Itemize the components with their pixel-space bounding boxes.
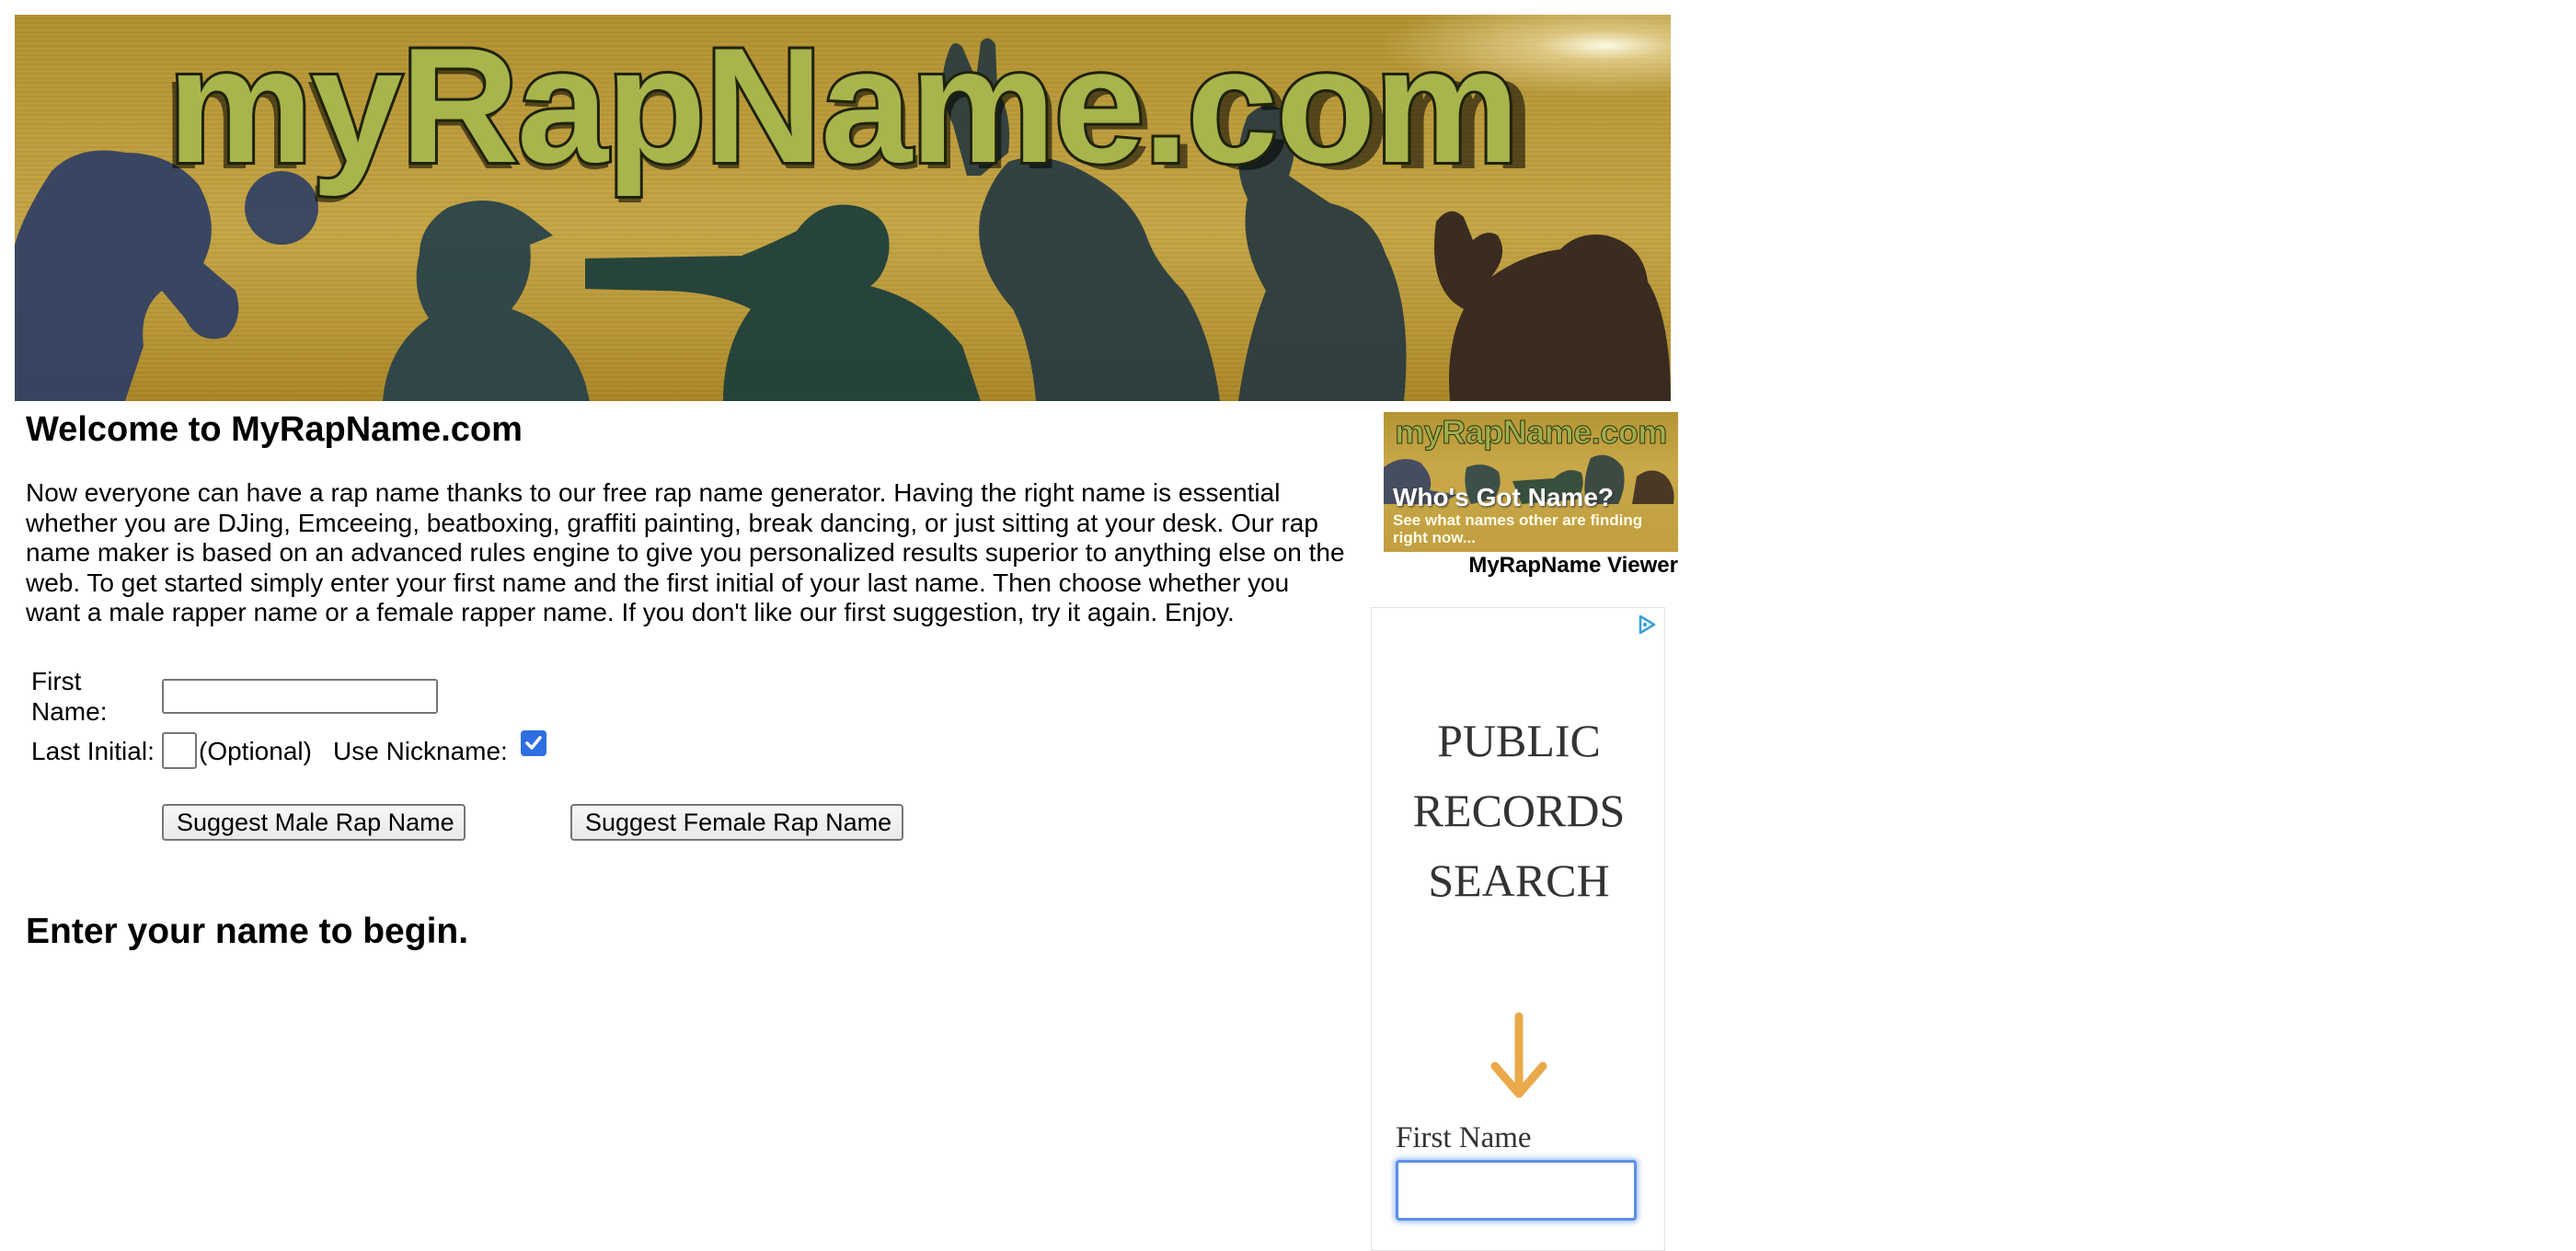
checkmark-icon [525, 736, 542, 750]
ad-headline-line: RECORDS [1412, 785, 1626, 836]
viewer-headline: Who's Got Name? [1393, 483, 1614, 511]
nickname-label: Use Nickname: [333, 737, 508, 765]
ad-first-name-input[interactable] [1396, 1160, 1637, 1221]
viewer-caption[interactable]: MyRapName Viewer [1384, 552, 1678, 580]
site-banner: myRapName.com myRapName.com [15, 15, 1671, 401]
ad-headline-line: PUBLIC [1437, 715, 1601, 766]
page-title: Welcome to MyRapName.com [26, 410, 523, 449]
last-initial-label: Last Initial: [31, 737, 155, 765]
rap-name-viewer-thumbnail[interactable]: myRapName.com Who's Got Name? See what n… [1384, 412, 1678, 552]
rap-name-form: First Name: Last Initial: (Optional) Use… [26, 666, 1351, 850]
suggest-female-button[interactable]: Suggest Female Rap Name [570, 804, 903, 841]
optional-note: (Optional) [199, 737, 312, 765]
first-name-input[interactable] [162, 679, 438, 714]
suggest-male-button[interactable]: Suggest Male Rap Name [162, 804, 466, 841]
ad-headline: PUBLIC RECORDS SEARCH [1372, 706, 1666, 915]
adchoices-icon[interactable] [1633, 614, 1659, 636]
banner-logo-text: myRapName.com [167, 15, 1518, 197]
ad-first-name-label: First Name [1396, 1121, 1532, 1154]
viewer-subtext: See what names other are finding right n… [1393, 511, 1643, 546]
main-content: Welcome to MyRapName.com Now everyone ca… [26, 408, 1351, 951]
status-message: Enter your name to begin. [26, 912, 469, 951]
last-initial-input[interactable] [162, 732, 197, 769]
intro-paragraph: Now everyone can have a rap name thanks … [26, 478, 1345, 626]
first-name-label: First Name: [31, 667, 108, 726]
use-nickname-checkbox[interactable] [521, 730, 546, 756]
ad-headline-line: SEARCH [1428, 855, 1610, 906]
arrow-down-icon [1490, 1012, 1547, 1098]
public-records-ad[interactable]: PUBLIC RECORDS SEARCH First Name [1371, 607, 1665, 1251]
banner-artwork: myRapName.com myRapName.com [15, 15, 1671, 401]
viewer-logo: myRapName.com [1395, 413, 1668, 451]
